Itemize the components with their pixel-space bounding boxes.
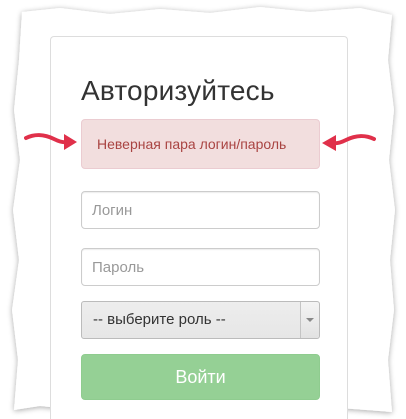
password-input[interactable]: [81, 248, 320, 286]
submit-button[interactable]: Войти: [81, 354, 320, 400]
page-title: Авторизуйтесь: [81, 75, 275, 106]
login-input[interactable]: [81, 191, 320, 229]
role-select[interactable]: -- выберите роль --: [81, 301, 320, 339]
curved-arrow-icon: [322, 134, 376, 151]
login-card: Авторизуйтесь Неверная пара логин/пароль…: [50, 36, 348, 419]
screenshot-stage: Авторизуйтесь Неверная пара логин/пароль…: [0, 0, 406, 419]
role-select-value: -- выберите роль --: [93, 311, 226, 328]
role-select-toggle[interactable]: [300, 302, 319, 338]
error-alert: Неверная пара логин/пароль: [81, 119, 320, 169]
chevron-down-icon: [306, 318, 314, 322]
curved-arrow-icon: [24, 133, 77, 150]
